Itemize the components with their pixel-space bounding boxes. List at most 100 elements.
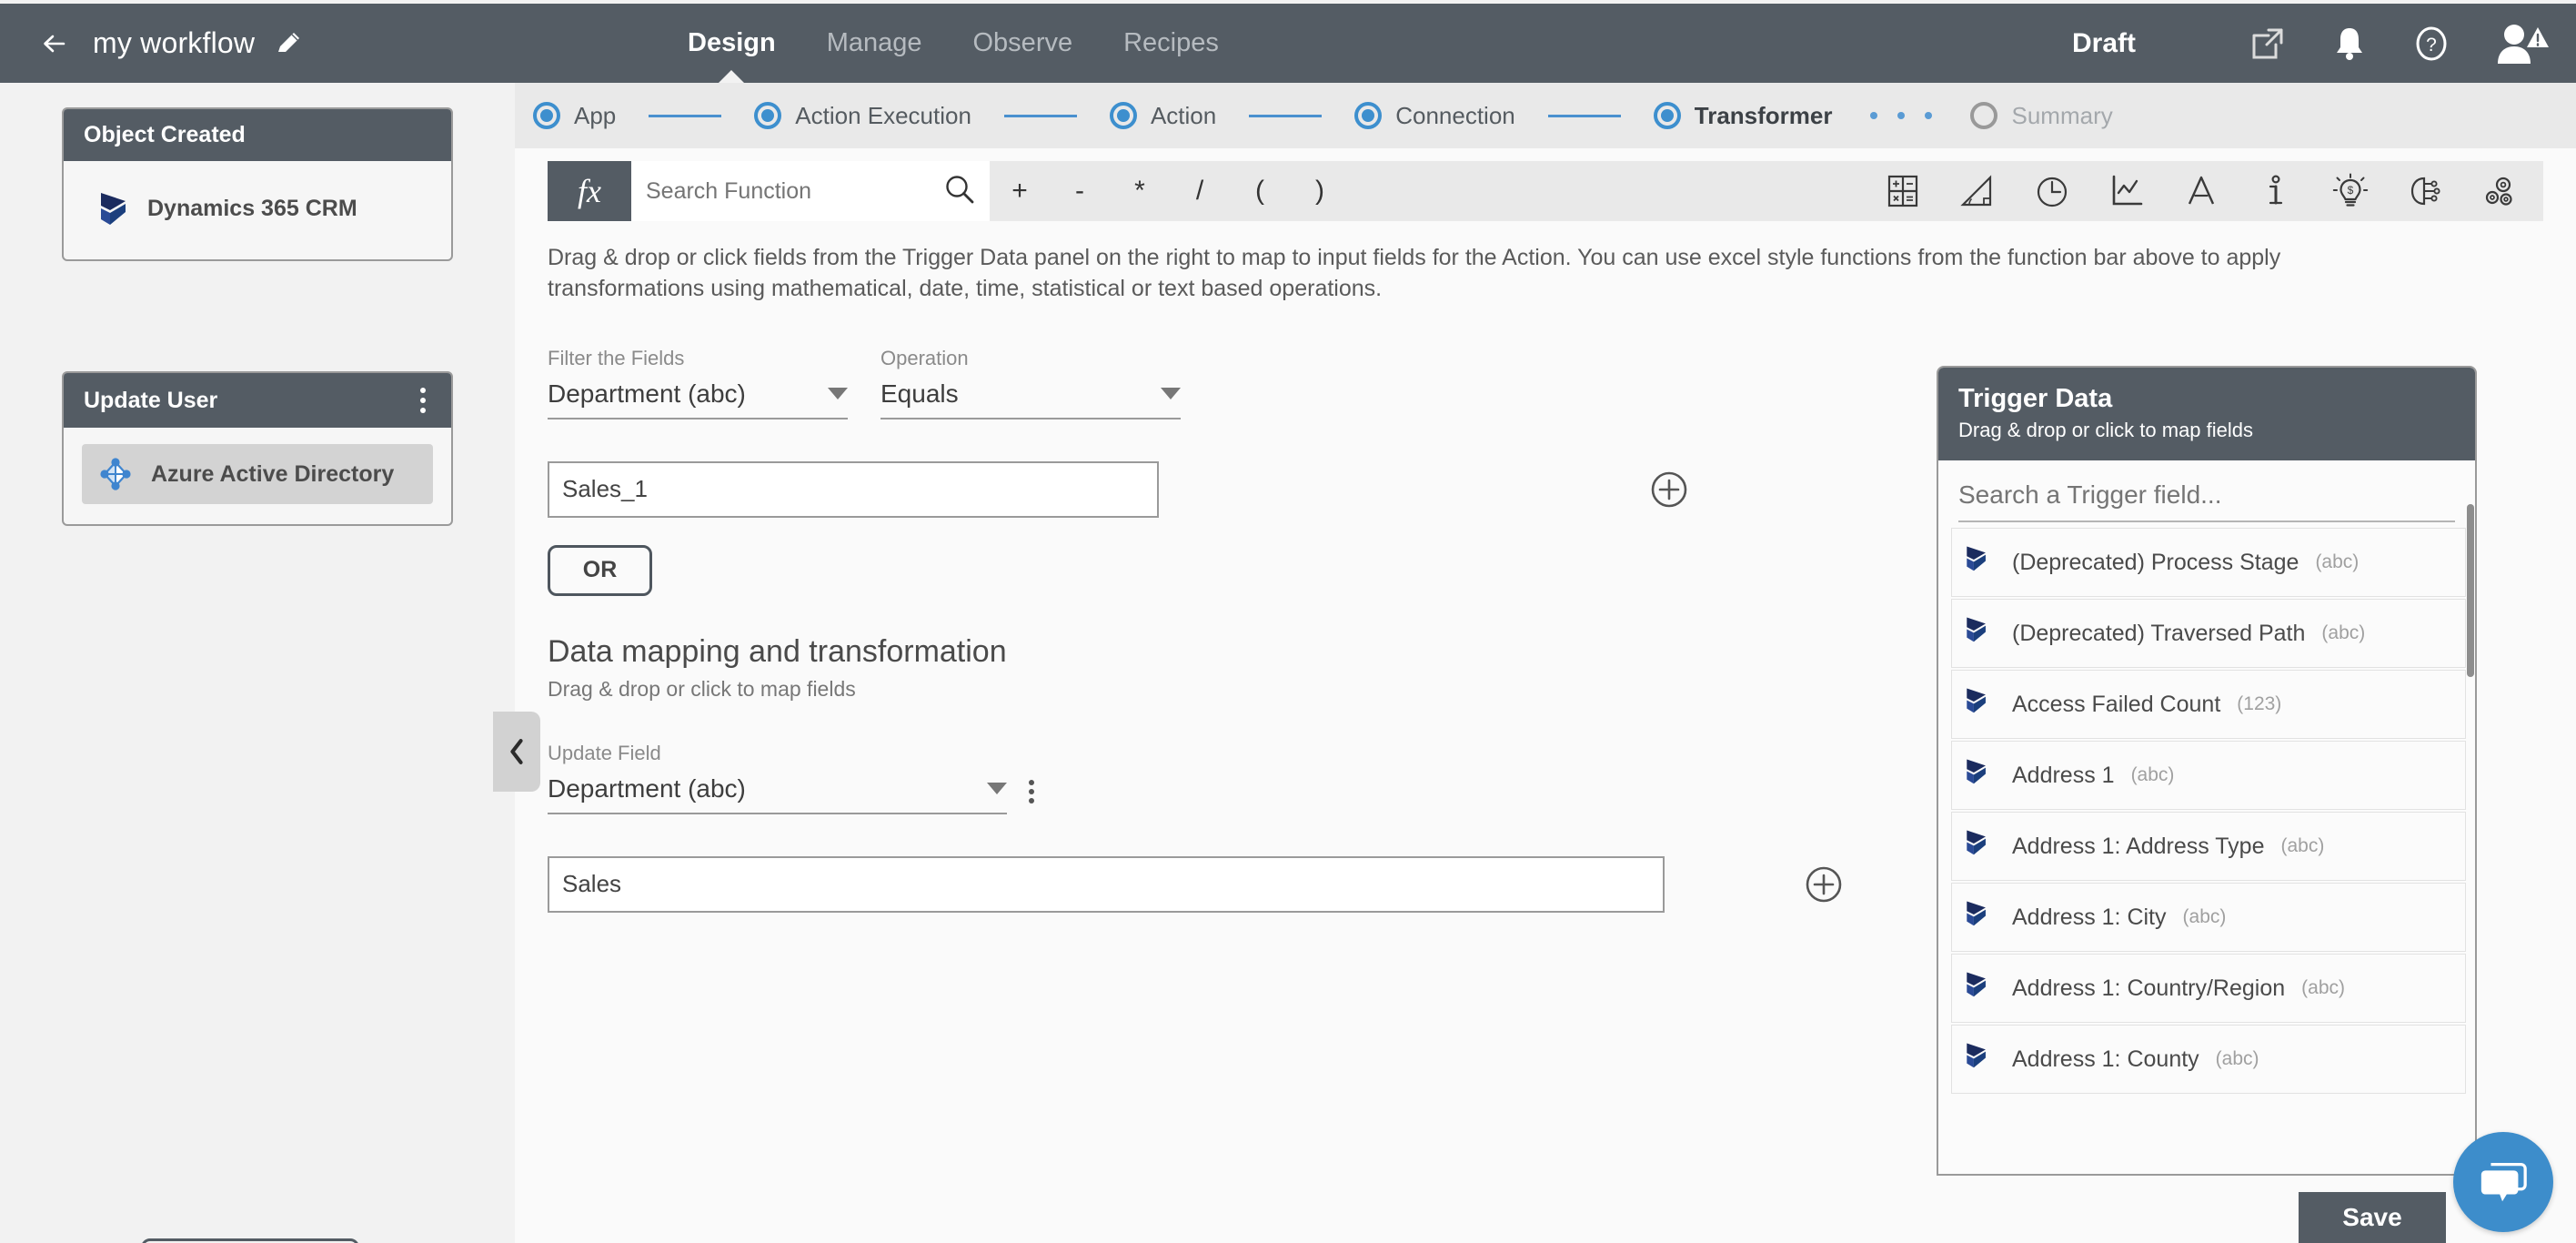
operator-multiply-button[interactable]: * xyxy=(1110,176,1170,207)
workflow-stepper: App Action Execution Action Connection T… xyxy=(515,83,2576,148)
list-item[interactable]: Address 1: County (abc) xyxy=(1951,1025,2466,1094)
operation-select[interactable]: Equals xyxy=(880,379,1181,419)
tab-recipes[interactable]: Recipes xyxy=(1123,4,1219,83)
svg-text:?: ? xyxy=(2426,35,2437,56)
list-item[interactable]: Address 1 (abc) xyxy=(1951,741,2466,810)
list-item-type: (abc) xyxy=(2182,906,2227,927)
filter-value-box[interactable] xyxy=(548,460,1159,518)
step-summary[interactable]: Summary xyxy=(1970,101,2113,130)
step-connector-dots xyxy=(1870,112,1933,119)
dynamics365-icon xyxy=(98,190,129,227)
external-link-icon[interactable] xyxy=(2247,23,2289,65)
text-format-icon[interactable] xyxy=(2181,171,2221,211)
update-field-label: Update Field xyxy=(548,741,661,764)
update-value-box[interactable] xyxy=(548,855,1665,913)
workflow-node-object-created[interactable]: Object Created Dynamics 365 CRM xyxy=(62,107,453,261)
step-label: Summary xyxy=(2011,101,2113,129)
chevron-down-icon xyxy=(987,783,1007,794)
tab-observe-label: Observe xyxy=(972,28,1073,57)
search-icon[interactable] xyxy=(944,174,975,209)
chevron-left-icon[interactable] xyxy=(493,712,540,792)
pencil-icon[interactable] xyxy=(275,30,302,57)
dynamics365-icon xyxy=(1965,615,1996,652)
calculator-icon[interactable] xyxy=(1883,171,1923,211)
operator-divide-button[interactable]: / xyxy=(1170,176,1230,207)
step-action-execution[interactable]: Action Execution xyxy=(754,102,971,130)
trigger-search-input[interactable] xyxy=(1958,480,2455,522)
step-label: Action xyxy=(1150,101,1217,129)
node-app-chip[interactable]: Azure Active Directory xyxy=(82,444,433,504)
update-field-select-group: Update Field Department (abc) xyxy=(548,742,1007,814)
clock-icon[interactable] xyxy=(2032,171,2072,211)
operation-select-group: Operation Equals xyxy=(880,347,1181,419)
tab-observe[interactable]: Observe xyxy=(973,4,1073,83)
filter-field-value: Department (abc) xyxy=(548,379,746,408)
tab-design-label: Design xyxy=(688,28,776,57)
step-action[interactable]: Action xyxy=(1109,101,1217,130)
dynamics365-icon xyxy=(1965,899,1996,935)
update-field-select[interactable]: Department (abc) xyxy=(548,774,1007,814)
workflow-node-update-user[interactable]: Update User Azure Active Directory xyxy=(62,371,453,526)
operator-plus-button[interactable]: + xyxy=(990,176,1050,207)
trigger-list-scrollbar[interactable] xyxy=(2467,504,2474,677)
step-connector xyxy=(1547,114,1621,117)
node-app-chip[interactable]: Dynamics 365 CRM xyxy=(82,177,433,239)
transformer-help-text: Drag & drop or click fields from the Tri… xyxy=(548,245,2281,301)
ai-brain-icon[interactable] xyxy=(2405,171,2445,211)
header-left-group: my workflow xyxy=(0,25,302,62)
list-item-type: (abc) xyxy=(2315,551,2360,572)
operator-close-paren-button[interactable]: ) xyxy=(1290,176,1350,207)
step-connector xyxy=(1003,114,1077,117)
advanced-settings-icon[interactable] xyxy=(2480,171,2520,211)
node-header: Object Created xyxy=(64,109,451,161)
step-connection[interactable]: Connection xyxy=(1354,102,1515,130)
list-item[interactable]: (Deprecated) Process Stage (abc) xyxy=(1951,528,2466,597)
or-button[interactable]: OR xyxy=(548,544,652,596)
workflow-designer-app: my workflow Design Manage Observe Recipe… xyxy=(0,0,2576,1243)
list-item[interactable]: (Deprecated) Traversed Path (abc) xyxy=(1951,599,2466,668)
help-icon[interactable]: ? xyxy=(2410,23,2452,65)
save-button[interactable]: Save xyxy=(2299,1192,2446,1243)
step-connector xyxy=(649,114,722,117)
chat-bubble-icon[interactable] xyxy=(2453,1132,2553,1232)
step-label: App xyxy=(574,101,617,129)
search-function-input[interactable] xyxy=(646,177,935,205)
status-badge: Draft xyxy=(2071,27,2136,58)
step-transformer[interactable]: Transformer xyxy=(1653,102,1832,130)
list-item[interactable]: Access Failed Count (123) xyxy=(1951,670,2466,739)
back-arrow-icon[interactable] xyxy=(36,25,73,62)
node-header: Update User xyxy=(64,373,451,428)
list-item[interactable]: Address 1: Country/Region (abc) xyxy=(1951,954,2466,1023)
trigger-data-panel: Trigger Data Drag & drop or click to map… xyxy=(1937,366,2477,1176)
list-item-label: Address 1 xyxy=(2012,762,2115,788)
filter-value-input[interactable] xyxy=(562,475,1144,503)
list-item-type: (abc) xyxy=(2321,622,2366,643)
svg-text:$: $ xyxy=(2348,184,2354,197)
update-value-input[interactable] xyxy=(562,870,1650,898)
trigger-search-wrap xyxy=(1938,460,2475,522)
list-item[interactable]: Address 1: City (abc) xyxy=(1951,883,2466,952)
kebab-menu-icon[interactable] xyxy=(415,386,431,415)
update-field-kebab-menu-icon[interactable] xyxy=(1023,778,1040,805)
lightbulb-icon[interactable]: $ xyxy=(2330,171,2370,211)
filter-field-select[interactable]: Department (abc) xyxy=(548,379,848,419)
list-item-label: (Deprecated) Traversed Path xyxy=(2012,620,2306,646)
info-icon[interactable] xyxy=(2256,171,2296,211)
list-item[interactable]: Address 1: Address Type (abc) xyxy=(1951,812,2466,881)
add-filter-plus-icon[interactable] xyxy=(1650,470,1688,509)
step-label: Connection xyxy=(1395,101,1515,129)
tab-manage[interactable]: Manage xyxy=(827,4,922,83)
tab-design[interactable]: Design xyxy=(688,4,776,83)
trigonometry-icon[interactable] xyxy=(1957,171,1997,211)
user-avatar-icon[interactable] xyxy=(2492,22,2549,66)
operator-open-paren-button[interactable]: ( xyxy=(1230,176,1290,207)
operator-minus-button[interactable]: - xyxy=(1050,176,1110,207)
statistics-chart-icon[interactable] xyxy=(2107,171,2147,211)
list-item-label: Access Failed Count xyxy=(2012,691,2221,717)
bell-icon[interactable] xyxy=(2329,23,2370,65)
flow-summary-button[interactable]: Flow Summary xyxy=(141,1238,359,1243)
radio-filled-icon xyxy=(533,102,560,129)
add-mapping-plus-icon[interactable] xyxy=(1805,865,1843,904)
function-search-box[interactable] xyxy=(631,161,990,221)
step-app[interactable]: App xyxy=(533,102,616,130)
